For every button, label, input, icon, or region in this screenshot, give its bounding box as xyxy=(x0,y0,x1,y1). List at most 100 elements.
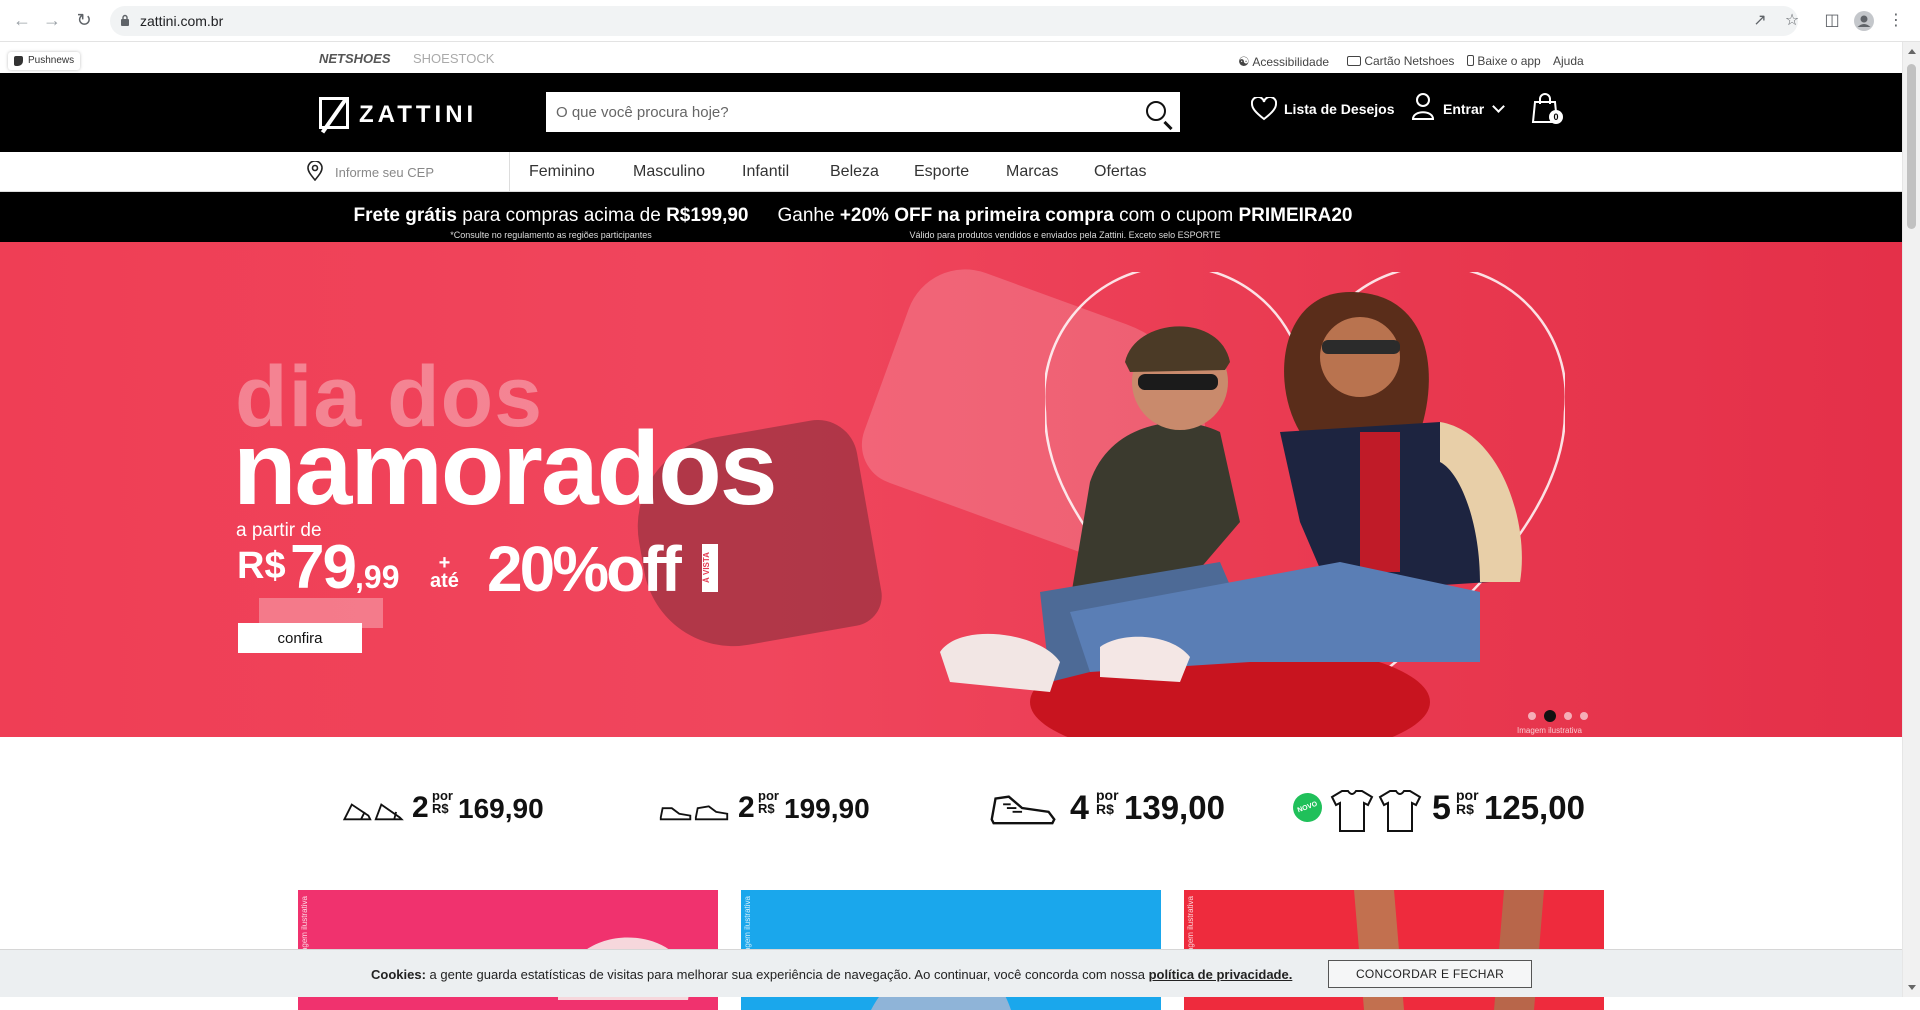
browser-toolbar: ← → ↻ zattini.com.br ↗ ☆ ◫ ⋮ xyxy=(0,0,1920,42)
cartao-netshoes-link[interactable]: Cartão Netshoes xyxy=(1347,54,1454,68)
cart-button[interactable]: 0 xyxy=(1531,92,1563,127)
shoestock-link[interactable]: SHOESTOCK xyxy=(413,51,494,66)
coupon-code: PRIMEIRA20 xyxy=(1238,205,1353,226)
logo-text: ZATTINI xyxy=(359,101,478,128)
free-shipping-bold: Frete grátis xyxy=(353,205,457,226)
nav-marcas[interactable]: Marcas xyxy=(1006,163,1058,181)
location-pin-icon xyxy=(307,161,323,181)
user-icon xyxy=(1411,93,1435,120)
cep-field[interactable]: Informe seu CEP xyxy=(305,152,510,192)
phone-icon xyxy=(1467,55,1474,66)
nav-masculino[interactable]: Masculino xyxy=(633,163,705,181)
baixe-app-link[interactable]: Baixe o app xyxy=(1467,54,1541,68)
pushnews-label: Pushnews xyxy=(28,55,75,66)
carousel-dots xyxy=(1528,707,1596,725)
sandals-icon xyxy=(342,803,404,821)
share-icon[interactable]: ↗ xyxy=(1750,11,1770,31)
first-purchase-bold: +20% OFF na primeira compra xyxy=(839,205,1114,226)
hero-plus-until: + até xyxy=(430,553,459,592)
baixe-app-label: Baixe o app xyxy=(1477,54,1541,68)
page-scrollbar[interactable] xyxy=(1902,42,1920,997)
first-purchase-note: Válido para produtos vendidos e enviados… xyxy=(909,230,1221,240)
deal-currency: R$ xyxy=(432,801,449,816)
search-icon[interactable] xyxy=(1146,101,1166,121)
back-icon[interactable]: ← xyxy=(12,10,32,30)
first-purchase-promo[interactable]: Ganhe +20% OFF na primeira compra com o … xyxy=(715,192,1415,240)
carousel-dot[interactable] xyxy=(1528,712,1536,720)
nav-beleza[interactable]: Beleza xyxy=(830,163,879,181)
wishlist-link[interactable]: Lista de Desejos xyxy=(1251,97,1395,121)
carousel-dot[interactable] xyxy=(1564,712,1572,720)
hero-price: R$ 79,99 xyxy=(237,532,399,603)
deal-quantity: 5 xyxy=(1432,789,1451,827)
nav-esporte[interactable]: Esporte xyxy=(914,163,969,181)
deal-quantity: 4 xyxy=(1070,789,1089,827)
forward-icon[interactable]: → xyxy=(42,10,62,30)
url-text: zattini.com.br xyxy=(140,13,224,29)
cookie-banner: Cookies: a gente guarda estatísticas de … xyxy=(0,949,1902,997)
novo-badge: NOVO xyxy=(1288,788,1327,827)
first-purchase-text: com o cupom xyxy=(1113,205,1239,226)
accessibility-label: Acessibilidade xyxy=(1252,55,1330,69)
scroll-down-arrow-icon[interactable] xyxy=(1908,985,1916,990)
scrollbar-thumb[interactable] xyxy=(1907,64,1916,229)
cart-count-badge: 0 xyxy=(1549,110,1563,124)
hero-until-text: até xyxy=(430,570,459,592)
deal-por: por xyxy=(1456,787,1479,803)
nav-infantil[interactable]: Infantil xyxy=(742,163,789,181)
privacy-policy-link[interactable]: política de privacidade. xyxy=(1149,967,1293,982)
search-input[interactable] xyxy=(546,92,1126,132)
deal-currency: R$ xyxy=(1456,801,1474,817)
couple-photo xyxy=(940,292,1522,737)
hero-vista-badge: À VISTA xyxy=(702,544,718,592)
deal-5-tshirts[interactable]: 5 por R$ 125,00 xyxy=(1328,787,1608,837)
hero-banner[interactable]: dia dos namorados a partir de R$ 79,99 +… xyxy=(0,242,1902,737)
address-bar[interactable]: zattini.com.br xyxy=(110,6,1798,36)
deal-2-sandals[interactable]: 2 por R$ 169,90 xyxy=(340,787,570,837)
running-shoe-icon xyxy=(990,795,1056,825)
lock-icon xyxy=(121,14,129,26)
carousel-dot[interactable] xyxy=(1544,710,1556,722)
first-purchase-pre: Ganhe xyxy=(777,205,840,226)
carousel-dot[interactable] xyxy=(1580,712,1588,720)
accessibility-link[interactable]: ☯ Acessibilidade xyxy=(1238,54,1329,70)
hero-price-currency: R$ xyxy=(237,545,286,587)
nav-ofertas[interactable]: Ofertas xyxy=(1094,163,1146,181)
deal-4-running-shoes[interactable]: 4 por R$ 139,00 xyxy=(988,787,1248,837)
pushnews-badge[interactable]: Pushnews xyxy=(8,52,81,70)
login-link[interactable]: Entrar xyxy=(1411,93,1505,120)
deal-por: por xyxy=(1096,787,1119,803)
cookie-text: Cookies: a gente guarda estatísticas de … xyxy=(371,967,1292,982)
deal-currency: R$ xyxy=(1096,801,1114,817)
menu-kebab-icon[interactable]: ⋮ xyxy=(1886,11,1906,31)
deal-por: por xyxy=(432,788,453,803)
hero-price-integer: 79 xyxy=(290,533,357,602)
cookie-body: a gente guarda estatísticas de visitas p… xyxy=(425,967,1149,982)
cartao-netshoes-label: Cartão Netshoes xyxy=(1364,54,1455,68)
profile-icon[interactable] xyxy=(1854,11,1874,31)
tshirts-icon xyxy=(1330,790,1422,832)
scroll-up-arrow-icon[interactable] xyxy=(1908,49,1916,54)
accept-cookies-button[interactable]: CONCORDAR E FECHAR xyxy=(1328,960,1532,988)
hero-price-decimal: ,99 xyxy=(355,559,400,595)
hero-discount: 20%off xyxy=(487,533,682,605)
hero-cta-button[interactable]: confira xyxy=(238,623,362,653)
promo-strip: Frete grátis para compras acima de R$199… xyxy=(0,192,1902,242)
deal-currency: R$ xyxy=(758,801,775,816)
hero-illustrative-note: Imagem ilustrativa xyxy=(1517,726,1582,735)
cookie-label: Cookies: xyxy=(371,967,426,982)
bookmark-star-icon[interactable]: ☆ xyxy=(1782,11,1802,31)
search-box xyxy=(546,92,1180,132)
deal-por: por xyxy=(758,788,779,803)
accessibility-icon: ☯ xyxy=(1238,54,1250,69)
reload-icon[interactable]: ↻ xyxy=(74,10,94,30)
side-panel-icon[interactable]: ◫ xyxy=(1822,11,1842,31)
nav-feminino[interactable]: Feminino xyxy=(529,163,595,181)
deal-price: 169,90 xyxy=(458,793,544,824)
netshoes-link[interactable]: NETSHOES xyxy=(319,51,391,66)
deal-price: 199,90 xyxy=(784,793,870,824)
deal-2-sneakers[interactable]: 2 por R$ 199,90 xyxy=(656,787,896,837)
logo-mark-icon xyxy=(319,97,349,129)
site-header: ZATTINI Lista de Desejos Entrar 0 xyxy=(0,73,1902,152)
ajuda-link[interactable]: Ajuda xyxy=(1553,54,1584,68)
